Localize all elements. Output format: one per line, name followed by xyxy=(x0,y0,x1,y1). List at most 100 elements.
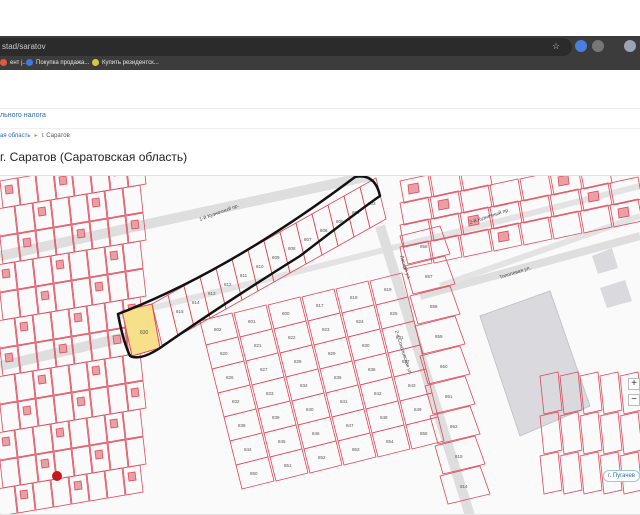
plot-number: 848 xyxy=(380,415,388,420)
building xyxy=(58,176,68,186)
star-icon[interactable]: ☆ xyxy=(552,41,560,52)
extension-icon[interactable] xyxy=(592,40,604,52)
plot-number: 809 xyxy=(272,255,280,260)
building xyxy=(4,184,14,195)
bookmark-item[interactable]: ент j... xyxy=(0,58,27,68)
building xyxy=(109,250,119,261)
building xyxy=(73,312,83,323)
plot-number: 800 xyxy=(282,311,290,316)
plot-number: 826 xyxy=(226,375,234,380)
breadcrumb-separator: ▸ xyxy=(34,133,38,139)
plot-number: 838 xyxy=(238,423,246,428)
plot-number: 853 xyxy=(352,447,360,452)
plot-number: 825 xyxy=(390,311,398,316)
plot-number: 815 xyxy=(455,454,463,459)
plot-number: 852 xyxy=(318,455,326,460)
plot-number: 814 xyxy=(460,484,468,489)
plot-number: 851 xyxy=(284,463,292,468)
plot-number: 811 xyxy=(240,273,248,278)
zoom-in-button[interactable]: + xyxy=(628,378,640,390)
plot-number: 859 xyxy=(435,334,443,339)
plot-number: 836 xyxy=(368,367,376,372)
building xyxy=(91,197,101,208)
building xyxy=(437,198,450,211)
bookmarks-bar: ент j... Покупка продажа... Купить резид… xyxy=(0,56,640,70)
building xyxy=(91,365,101,376)
plot-number: 861 xyxy=(445,394,453,399)
window-top-area xyxy=(0,0,640,36)
building xyxy=(617,206,630,219)
building xyxy=(1,436,11,447)
building xyxy=(76,228,86,239)
plot-number: 835 xyxy=(334,375,342,380)
breadcrumb-city: г. Саратов xyxy=(41,133,70,139)
plot-number: 860 xyxy=(440,364,448,369)
building xyxy=(94,281,104,292)
plot-number: 857 xyxy=(425,274,433,279)
building xyxy=(1,268,11,279)
divider xyxy=(0,128,640,129)
breadcrumb-region[interactable]: ая область xyxy=(0,133,30,139)
plot-number: 847 xyxy=(346,423,354,428)
plot-number: 832 xyxy=(232,399,240,404)
address-bar[interactable]: stad/saratov xyxy=(0,38,572,56)
plot-number: 841 xyxy=(340,399,348,404)
plot-number: 823 xyxy=(322,327,330,332)
plot-number: 830 xyxy=(362,343,370,348)
bookmark-favicon-icon xyxy=(92,58,99,66)
building xyxy=(40,458,50,469)
plot-number: 840 xyxy=(306,407,314,412)
plot-number: 821 xyxy=(254,343,262,348)
plot-number: 845 xyxy=(278,439,286,444)
building xyxy=(37,206,47,217)
building xyxy=(109,418,119,429)
building xyxy=(58,343,68,354)
profile-icon[interactable] xyxy=(624,40,636,52)
cadastral-map[interactable]: 815 814 813 812 811 810 809 808 807 806 805 804 803 8… xyxy=(0,175,640,515)
city-link-button[interactable]: г. Пугачев xyxy=(602,470,640,482)
plot-number: 820 xyxy=(220,351,228,356)
building xyxy=(37,374,47,385)
building xyxy=(55,427,65,438)
building xyxy=(112,334,122,345)
plot-number: 846 xyxy=(312,431,320,436)
plot-number: 843 xyxy=(408,383,416,388)
plot-number: 808 xyxy=(288,246,296,251)
plot-number: 817 xyxy=(316,303,324,308)
building xyxy=(130,387,140,398)
building xyxy=(407,182,420,195)
divider xyxy=(0,108,640,109)
plot-number: 844 xyxy=(244,447,252,452)
plot-number: 839 xyxy=(272,415,280,420)
plot-number: 827 xyxy=(260,367,268,372)
plot-number: 806 xyxy=(320,228,328,233)
bookmark-item[interactable]: Купить резидентск... xyxy=(92,58,159,68)
building xyxy=(19,321,29,332)
plot-number: 858 xyxy=(430,304,438,309)
plot-number: 819 xyxy=(384,287,392,292)
zoom-out-button[interactable]: − xyxy=(628,394,640,406)
plot-number: 842 xyxy=(374,391,382,396)
plot-number: 849 xyxy=(414,407,422,412)
breadcrumb: ая область ▸ г. Саратов xyxy=(0,132,70,139)
plot-number: 829 xyxy=(328,351,336,356)
plot-number: 828 xyxy=(294,359,302,364)
extension-icon[interactable] xyxy=(575,40,587,52)
building xyxy=(22,237,32,248)
building xyxy=(94,449,104,460)
bookmark-item[interactable]: Покупка продажа... xyxy=(26,58,89,68)
plot-number: 802 xyxy=(214,327,222,332)
bookmark-favicon-icon xyxy=(0,58,7,66)
nav-link[interactable]: льного налога xyxy=(0,112,46,119)
map-canvas[interactable]: 8158148138128118108098088078068058048038… xyxy=(0,176,640,515)
plot-number: 856 xyxy=(420,244,428,249)
plot-number: 833 xyxy=(266,391,274,396)
plot-number: 812 xyxy=(224,282,232,287)
plot-number: 801 xyxy=(248,319,256,324)
building xyxy=(73,480,83,491)
plot-number: 824 xyxy=(356,319,364,324)
plot-number: 815 xyxy=(176,309,184,314)
plot-number: 854 xyxy=(386,439,394,444)
building xyxy=(22,405,32,416)
browser-chrome: stad/saratov ☆ ент j... Покупка продажа.… xyxy=(0,36,640,70)
